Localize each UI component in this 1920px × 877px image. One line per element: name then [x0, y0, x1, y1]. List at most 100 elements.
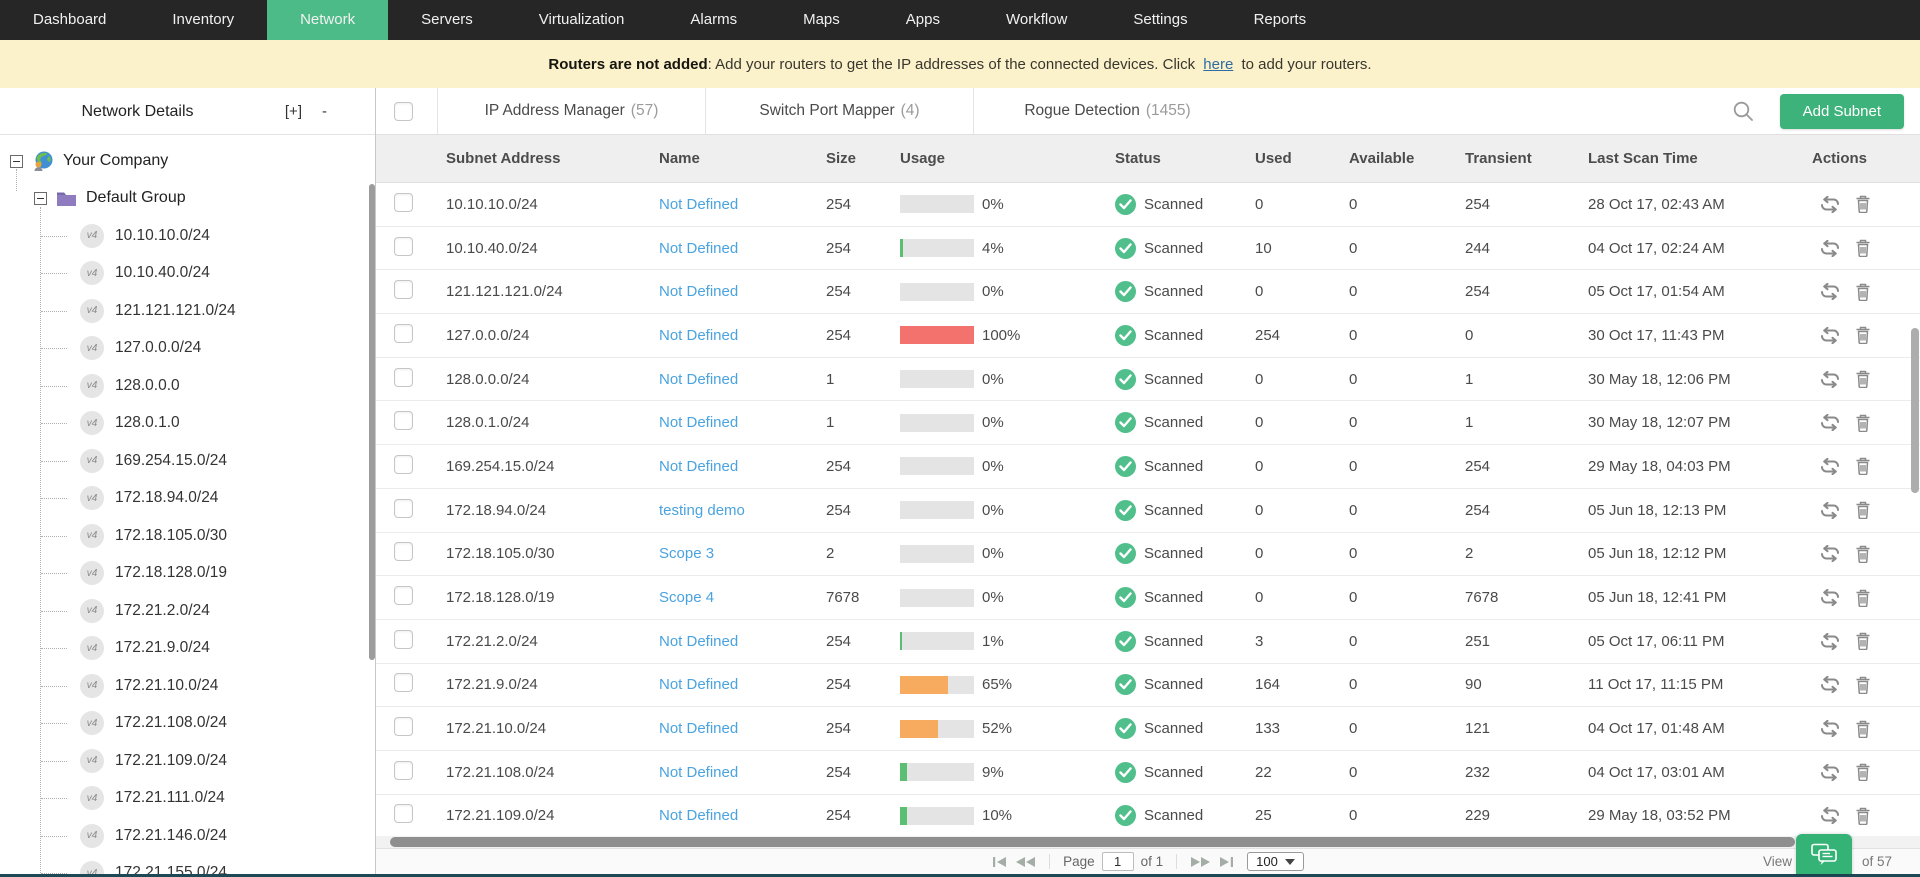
nav-item[interactable]: Alarms — [657, 0, 770, 40]
page-size-select[interactable]: 100 — [1247, 852, 1304, 871]
delete-subnet-icon[interactable] — [1855, 457, 1871, 475]
sidebar-subnet-item[interactable]: v4 172.18.94.0/24 — [0, 480, 375, 518]
row-checkbox[interactable] — [394, 542, 413, 561]
row-checkbox[interactable] — [394, 804, 413, 823]
sidebar-subnet-item[interactable]: v4 127.0.0.0/24 — [0, 330, 375, 368]
rescan-subnet-icon[interactable] — [1818, 283, 1842, 300]
row-checkbox[interactable] — [394, 368, 413, 387]
table-horizontal-scrollbar[interactable] — [376, 836, 1920, 848]
row-checkbox[interactable] — [394, 324, 413, 343]
nav-item[interactable]: Reports — [1221, 0, 1340, 40]
rescan-subnet-icon[interactable] — [1818, 589, 1842, 606]
previous-page-button[interactable] — [1015, 856, 1036, 868]
rescan-subnet-icon[interactable] — [1818, 720, 1842, 737]
subnet-name-link[interactable]: Not Defined — [659, 414, 738, 431]
sidebar-subnet-item[interactable]: v4 172.21.10.0/24 — [0, 667, 375, 705]
nav-item[interactable]: Maps — [770, 0, 873, 40]
add-routers-link[interactable]: here — [1203, 56, 1233, 73]
col-size[interactable]: Size — [826, 150, 900, 167]
last-page-button[interactable] — [1218, 856, 1234, 868]
delete-subnet-icon[interactable] — [1855, 414, 1871, 432]
delete-subnet-icon[interactable] — [1855, 283, 1871, 301]
nav-item[interactable]: Network — [267, 0, 388, 40]
rescan-subnet-icon[interactable] — [1818, 676, 1842, 693]
sidebar-subnet-item[interactable]: v4 172.21.109.0/24 — [0, 742, 375, 780]
row-checkbox[interactable] — [394, 761, 413, 780]
collapse-toggle-icon[interactable] — [34, 192, 47, 205]
sidebar-subnet-item[interactable]: v4 172.21.9.0/24 — [0, 630, 375, 668]
row-checkbox[interactable] — [394, 586, 413, 605]
first-page-button[interactable] — [992, 856, 1008, 868]
col-used[interactable]: Used — [1255, 150, 1349, 167]
delete-subnet-icon[interactable] — [1855, 807, 1871, 825]
delete-subnet-icon[interactable] — [1855, 589, 1871, 607]
next-page-button[interactable] — [1190, 856, 1211, 868]
collapse-all-control[interactable]: - — [322, 103, 327, 120]
delete-subnet-icon[interactable] — [1855, 501, 1871, 519]
delete-subnet-icon[interactable] — [1855, 195, 1871, 213]
rescan-subnet-icon[interactable] — [1818, 327, 1842, 344]
rescan-subnet-icon[interactable] — [1818, 196, 1842, 213]
col-transient[interactable]: Transient — [1465, 150, 1588, 167]
nav-item[interactable]: Virtualization — [506, 0, 658, 40]
subnet-name-link[interactable]: Not Defined — [659, 196, 738, 213]
delete-subnet-icon[interactable] — [1855, 239, 1871, 257]
search-icon[interactable] — [1732, 100, 1755, 128]
rescan-subnet-icon[interactable] — [1818, 371, 1842, 388]
col-subnet-address[interactable]: Subnet Address — [446, 150, 659, 167]
sidebar-subnet-item[interactable]: v4 10.10.40.0/24 — [0, 255, 375, 293]
col-name[interactable]: Name — [659, 150, 826, 167]
col-available[interactable]: Available — [1349, 150, 1465, 167]
sidebar-subnet-item[interactable]: v4 172.21.146.0/24 — [0, 817, 375, 855]
sidebar-scrollbar-thumb[interactable] — [369, 184, 375, 660]
expand-all-control[interactable]: [+] — [285, 103, 302, 120]
delete-subnet-icon[interactable] — [1855, 545, 1871, 563]
row-checkbox[interactable] — [394, 717, 413, 736]
row-checkbox[interactable] — [394, 237, 413, 256]
row-checkbox[interactable] — [394, 193, 413, 212]
nav-item[interactable]: Settings — [1100, 0, 1220, 40]
nav-item[interactable]: Inventory — [139, 0, 267, 40]
row-checkbox[interactable] — [394, 455, 413, 474]
subnet-name-link[interactable]: Not Defined — [659, 676, 738, 693]
sidebar-subnet-item[interactable]: v4 128.0.1.0 — [0, 405, 375, 443]
sidebar-subnet-item[interactable]: v4 172.21.2.0/24 — [0, 592, 375, 630]
subnet-name-link[interactable]: Not Defined — [659, 240, 738, 257]
row-checkbox[interactable] — [394, 411, 413, 430]
horizontal-scrollbar-thumb[interactable] — [390, 837, 1795, 847]
subnet-name-link[interactable]: Not Defined — [659, 327, 738, 344]
sidebar-subnet-item[interactable]: v4 169.254.15.0/24 — [0, 442, 375, 480]
nav-item[interactable]: Dashboard — [0, 0, 139, 40]
subnet-name-link[interactable]: Scope 3 — [659, 545, 714, 562]
module-tab[interactable]: IP Address Manager (57) — [437, 88, 705, 134]
tree-group-default[interactable]: Default Group — [0, 179, 375, 217]
select-all-checkbox[interactable] — [394, 102, 413, 121]
subnet-name-link[interactable]: Not Defined — [659, 633, 738, 650]
table-vertical-scrollbar-thumb[interactable] — [1911, 328, 1919, 493]
sidebar-subnet-item[interactable]: v4 172.18.105.0/30 — [0, 517, 375, 555]
delete-subnet-icon[interactable] — [1855, 326, 1871, 344]
delete-subnet-icon[interactable] — [1855, 763, 1871, 781]
rescan-subnet-icon[interactable] — [1818, 807, 1842, 824]
subnet-name-link[interactable]: Not Defined — [659, 720, 738, 737]
rescan-subnet-icon[interactable] — [1818, 414, 1842, 431]
row-checkbox[interactable] — [394, 499, 413, 518]
sidebar-subnet-item[interactable]: v4 121.121.121.0/24 — [0, 292, 375, 330]
rescan-subnet-icon[interactable] — [1818, 764, 1842, 781]
col-status[interactable]: Status — [1115, 150, 1255, 167]
subnet-name-link[interactable]: Not Defined — [659, 283, 738, 300]
delete-subnet-icon[interactable] — [1855, 632, 1871, 650]
sidebar-subnet-item[interactable]: v4 172.18.128.0/19 — [0, 555, 375, 593]
col-last-scan-time[interactable]: Last Scan Time — [1588, 150, 1812, 167]
subnet-name-link[interactable]: Not Defined — [659, 807, 738, 824]
module-tab[interactable]: Switch Port Mapper (4) — [705, 88, 973, 134]
delete-subnet-icon[interactable] — [1855, 370, 1871, 388]
sidebar-subnet-item[interactable]: v4 172.21.111.0/24 — [0, 780, 375, 818]
row-checkbox[interactable] — [394, 280, 413, 299]
rescan-subnet-icon[interactable] — [1818, 633, 1842, 650]
rescan-subnet-icon[interactable] — [1818, 545, 1842, 562]
add-subnet-button[interactable]: Add Subnet — [1780, 94, 1904, 129]
subnet-name-link[interactable]: Not Defined — [659, 764, 738, 781]
sidebar-subnet-item[interactable]: v4 10.10.10.0/24 — [0, 217, 375, 255]
tree-root-company[interactable]: Your Company — [0, 143, 375, 179]
